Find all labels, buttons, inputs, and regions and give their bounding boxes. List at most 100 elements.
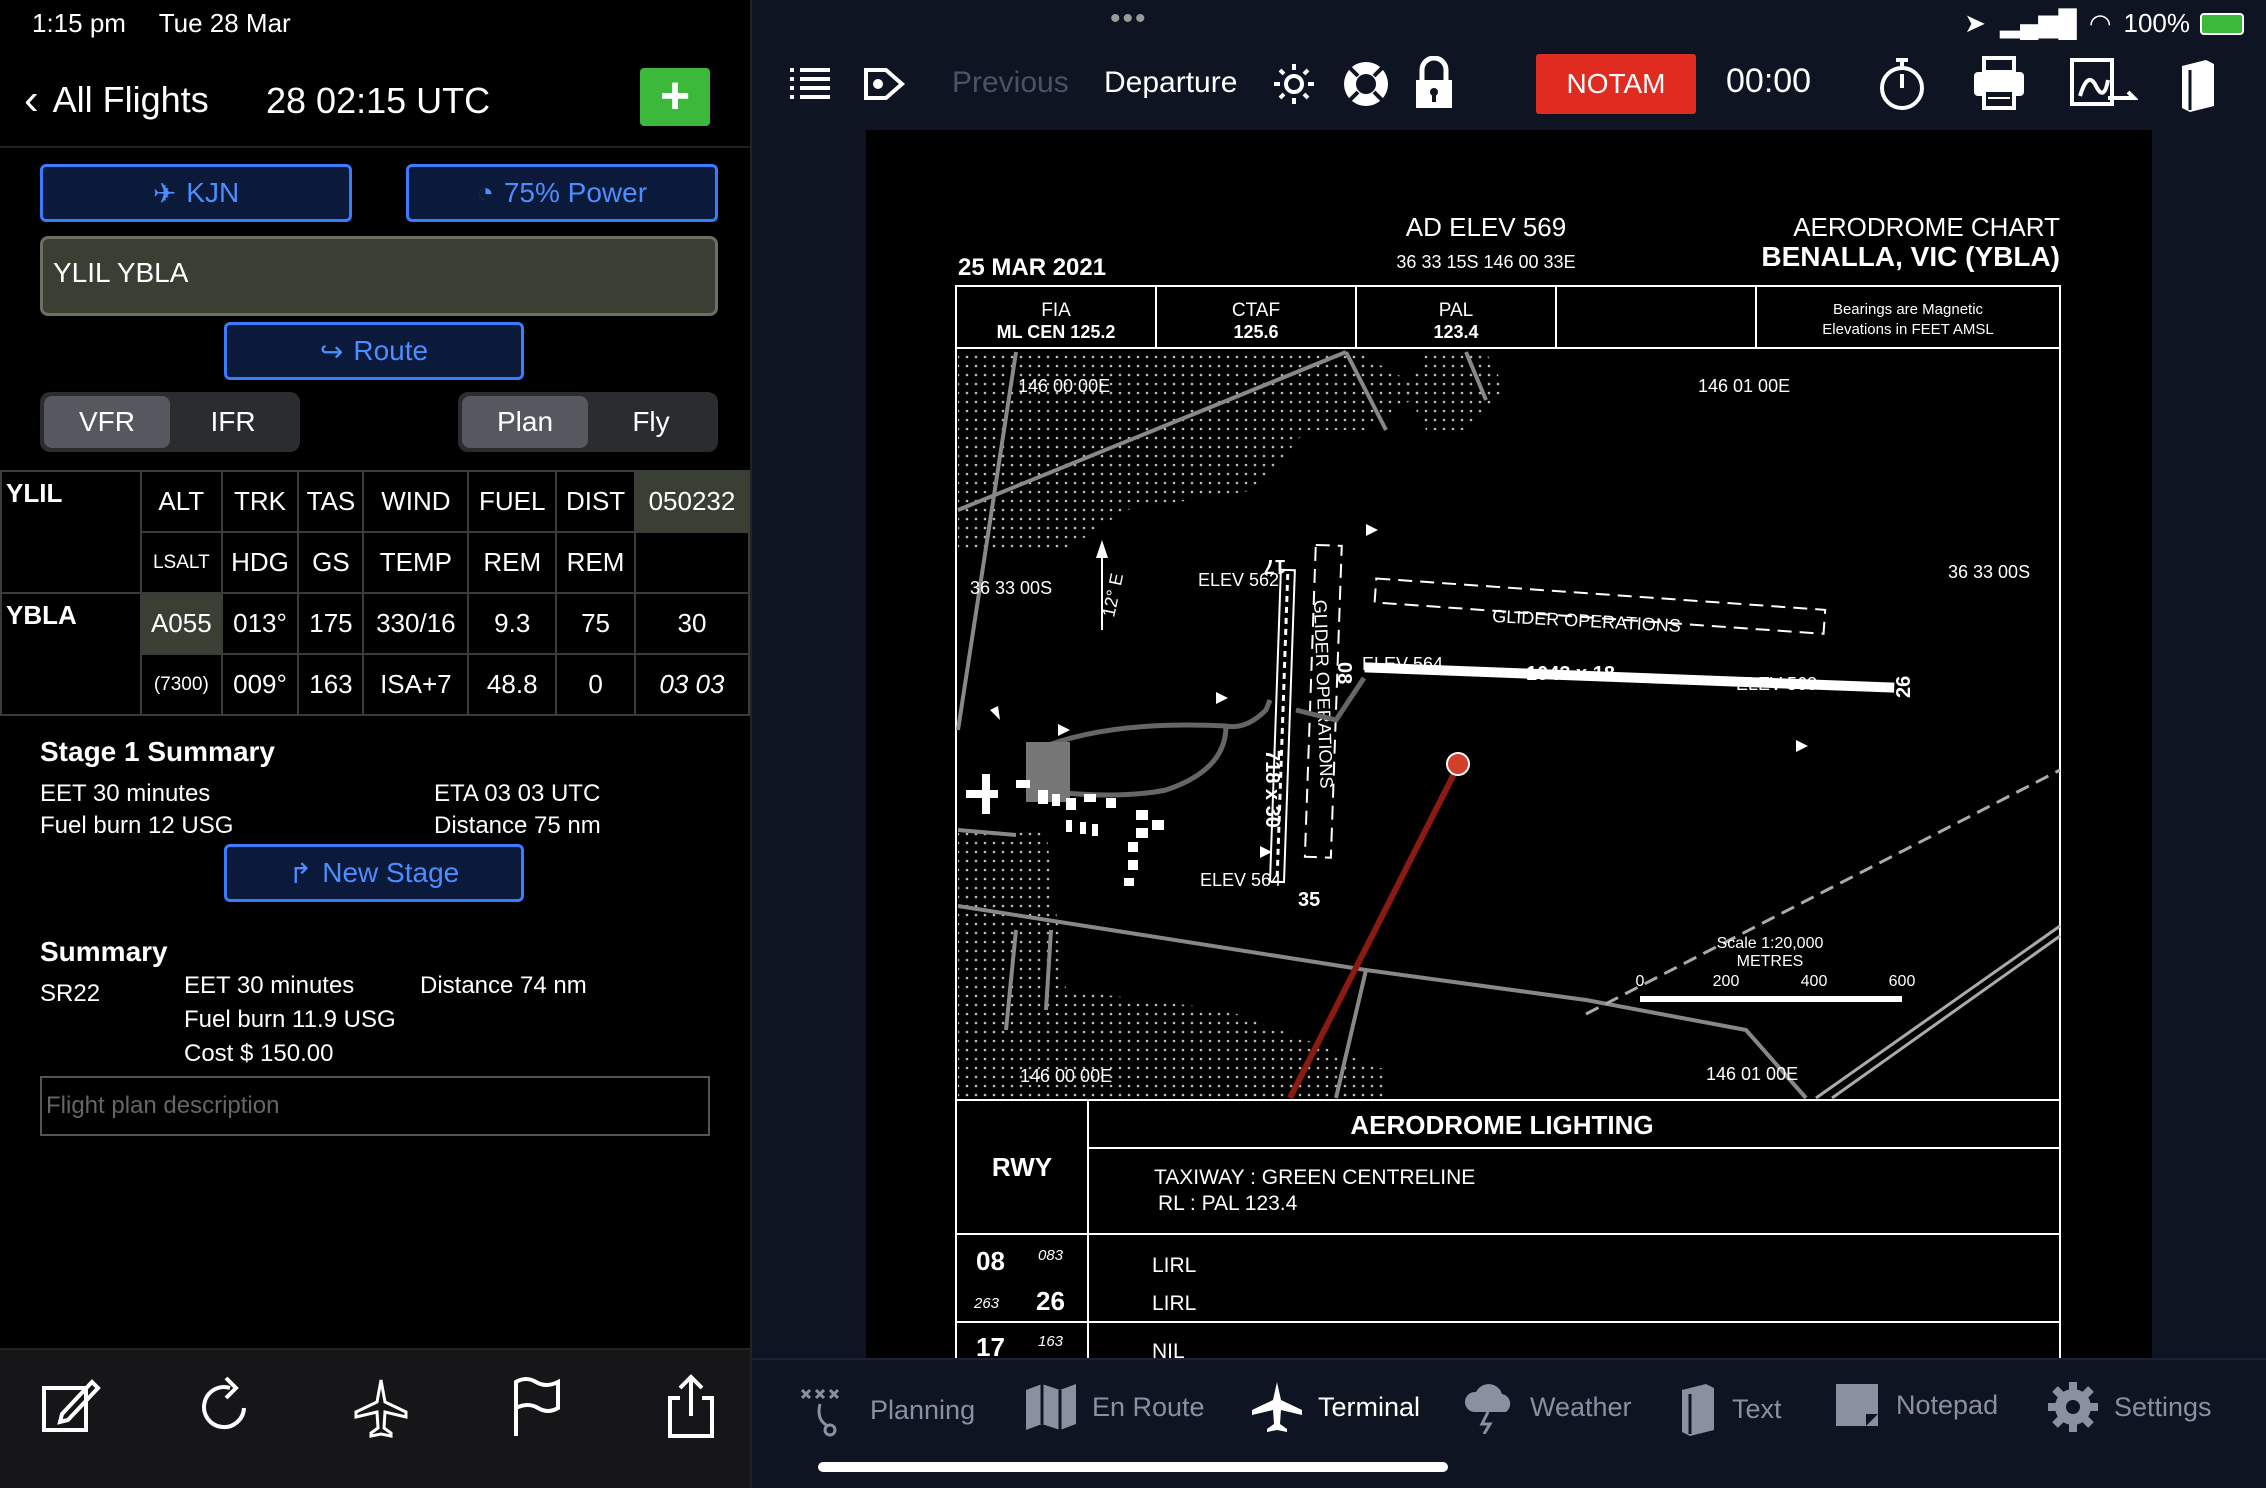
table-cell: 175 [297,592,365,655]
mode-toggle: Plan Fly [458,392,718,452]
lock-icon[interactable] [1412,56,1456,110]
aircraft-label: KJN [186,177,240,208]
back-button[interactable]: ‹ All Flights [24,78,209,122]
document-icon[interactable] [2178,56,2218,112]
stage-eta: ETA 03 03 UTC [434,780,601,807]
freq-value: ML CEN 125.2 [997,322,1116,342]
gear-icon [2048,1382,2098,1432]
lighting-title: AERODROME LIGHTING [1350,1110,1653,1140]
lon-label: 146 00 00E [1020,1066,1112,1086]
runway-26-label: 26 [1893,676,1915,698]
route-label: Route [353,335,429,366]
flight-rules-toggle: VFR IFR [40,392,300,452]
tab-planning[interactable]: Planning [796,1380,975,1440]
edit-icon[interactable] [34,1372,104,1442]
status-time: 1:15 pm [32,8,126,38]
scale-bar [1640,996,1902,1002]
runway-main-dims: 1043 x 18 [1526,663,1615,685]
col-header: ALT [140,470,223,533]
table-cell: 009° [220,653,300,716]
rwy-number: 17 [976,1332,1005,1360]
town-area [1406,352,1506,430]
chart-toolbar: Previous Departure [752,44,2266,126]
elev-568-label: ELEV 568 [1736,674,1817,694]
plan-option[interactable]: Plan [462,396,588,448]
aircraft-button[interactable]: ✈ KJN [40,164,352,222]
annotate-icon[interactable] [2068,56,2138,112]
lon-label: 146 01 00E [1706,1064,1798,1084]
chart-title[interactable]: Departure [1104,66,1237,100]
power-button[interactable]: ◔ 75% Power [406,164,718,222]
multitask-dots-icon[interactable]: ••• [1110,2,1148,36]
notepad-icon [1836,1384,1878,1426]
table-cell: 30 [633,592,751,655]
stopwatch-icon[interactable] [1876,56,1928,112]
tab-weather[interactable]: Weather [1462,1380,1632,1434]
tab-notepad[interactable]: Notepad [1832,1380,1998,1430]
add-flight-button[interactable]: + [640,68,710,126]
stage-summary-title: Stage 1 Summary [40,736,275,767]
table-cell: 75 [555,592,636,655]
ownship-track [1287,764,1461,1100]
waypoint-from[interactable]: YLIL [0,470,142,594]
freq-label: FIA [1041,300,1071,321]
planning-icon [800,1388,840,1437]
tab-label: Text [1732,1393,1782,1424]
procedure-arrow-icon[interactable] [862,62,906,106]
col-header: HDG [220,531,300,594]
col-header: GS [297,531,365,594]
tab-terminal[interactable]: Terminal [1250,1380,1420,1434]
altitude-cell[interactable]: A055 [140,592,223,655]
brightness-icon[interactable] [1272,62,1316,106]
route-input[interactable]: YLIL YBLA [40,236,718,316]
departure-time-cell[interactable]: 050232 [633,470,751,533]
rwy-number: 26 [1036,1286,1065,1316]
lat-label: 36 33 00S [970,578,1052,598]
refresh-icon[interactable] [190,1372,260,1442]
tab-en-route[interactable]: En Route [1024,1380,1205,1434]
scale-units: METRES [1737,953,1804,970]
lifebuoy-icon[interactable] [1340,58,1392,110]
rwy-bearing: 263 [973,1295,1000,1312]
scale-label: Scale 1:20,000 [1717,935,1824,952]
map-icon [1026,1384,1076,1430]
route-button[interactable]: ↪ Route [224,322,524,380]
previous-button[interactable]: Previous [952,66,1069,100]
north-arrow-icon [1096,540,1108,558]
lon-label: 146 01 00E [1698,376,1790,396]
summary-title: Summary [40,936,168,967]
tab-label: Settings [2114,1391,2212,1422]
printer-icon[interactable] [1970,54,2028,112]
flight-toolbar [0,1348,750,1488]
plane-circle-icon: ✈ [152,177,177,209]
summary-eet: EET 30 minutes [184,972,355,999]
ifr-option[interactable]: IFR [170,396,296,448]
tab-text[interactable]: Text [1678,1380,1782,1438]
flight-plan-pane: 1:15 pm Tue 28 Mar ‹ All Flights 28 02:1… [0,0,751,1488]
tab-settings[interactable]: Settings [2046,1380,2212,1434]
table-cell: ISA+7 [362,653,470,716]
flag-icon[interactable] [502,1372,572,1442]
chart-name: BENALLA, VIC (YBLA) [1761,241,2060,272]
ownship-position-icon[interactable] [1446,752,1470,776]
timer-display[interactable]: 00:00 [1726,62,1811,101]
new-stage-button[interactable]: ↱ New Stage [224,844,524,902]
list-icon[interactable] [788,64,832,104]
aerodrome-chart[interactable]: 25 MAR 2021 AD ELEV 569 36 33 15S 146 00… [866,130,2152,1360]
table-cell: 330/16 [362,592,470,655]
vfr-option[interactable]: VFR [44,396,170,448]
chevron-left-icon: ‹ [24,75,39,124]
waypoint-to[interactable]: YBLA [0,592,142,716]
back-label: All Flights [52,79,209,120]
gauge-icon: ◔ [476,177,494,208]
summary-distance: Distance 74 nm [420,972,587,999]
home-indicator[interactable] [818,1462,1448,1472]
rwy-bearing: 163 [1038,1333,1064,1350]
power-label: 75% Power [503,177,648,208]
flight-plan-description-input[interactable]: Flight plan description [40,1076,710,1136]
fly-option[interactable]: Fly [588,396,714,448]
notam-button[interactable]: NOTAM [1536,54,1696,114]
share-icon[interactable] [656,1372,726,1442]
elev-564-label: ELEV 564 [1362,654,1443,674]
airplane-icon[interactable] [346,1372,416,1442]
